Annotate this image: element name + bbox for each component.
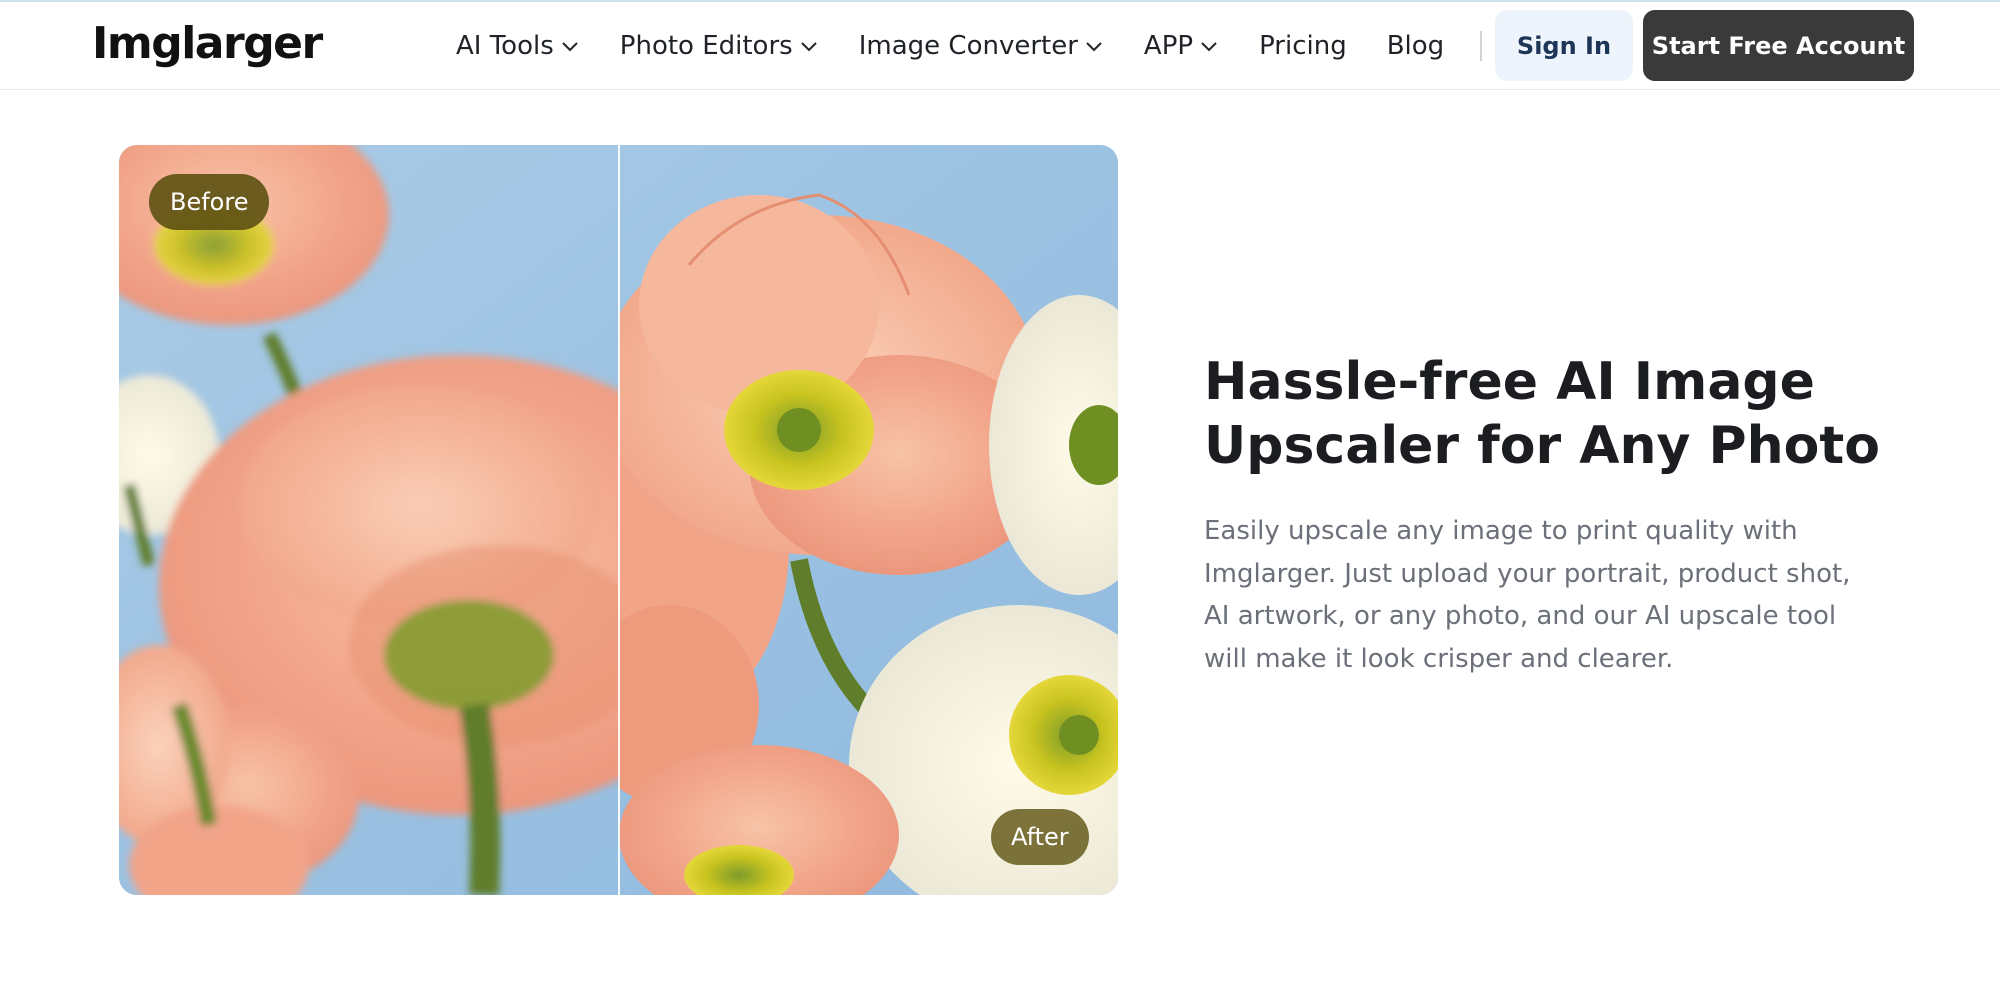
nav-item-app[interactable]: APP	[1144, 31, 1219, 61]
logo[interactable]: Imglarger	[92, 18, 323, 70]
nav-item-label: Image Converter	[858, 30, 1078, 61]
nav-item-label: Blog	[1386, 30, 1445, 61]
nav-item-pricing[interactable]: Pricing	[1259, 31, 1347, 61]
nav-item-blog[interactable]: Blog	[1387, 31, 1444, 61]
nav-item-ai-tools[interactable]: AI Tools	[456, 31, 580, 61]
nav-divider	[1480, 30, 1483, 61]
main-nav: AI Tools Photo Editors Image Converter A…	[456, 2, 1500, 89]
site-header: Imglarger AI Tools Photo Editors Image C…	[0, 2, 2000, 90]
chevron-down-icon	[1084, 36, 1104, 56]
nav-item-image-converter[interactable]: Image Converter	[859, 31, 1104, 61]
hero-title: Hassle-free AI Image Upscaler for Any Ph…	[1204, 352, 1880, 476]
chevron-down-icon	[1199, 36, 1219, 56]
hero-description: Easily upscale any image to print qualit…	[1204, 516, 1851, 674]
before-badge: Before	[149, 174, 270, 230]
start-free-account-button[interactable]: Start Free Account	[1643, 10, 1914, 81]
chevron-down-icon	[560, 36, 580, 56]
after-badge: After	[991, 809, 1089, 865]
nav-item-label: Pricing	[1259, 30, 1347, 61]
sign-in-button[interactable]: Sign In	[1495, 10, 1633, 81]
chevron-down-icon	[799, 36, 819, 56]
nav-item-label: APP	[1143, 30, 1194, 61]
nav-item-label: AI Tools	[456, 30, 554, 61]
comparison-slider-handle[interactable]	[618, 145, 620, 895]
nav-item-label: Photo Editors	[619, 30, 793, 61]
before-after-comparison[interactable]: Before After	[119, 145, 1118, 895]
nav-item-photo-editors[interactable]: Photo Editors	[620, 31, 819, 61]
